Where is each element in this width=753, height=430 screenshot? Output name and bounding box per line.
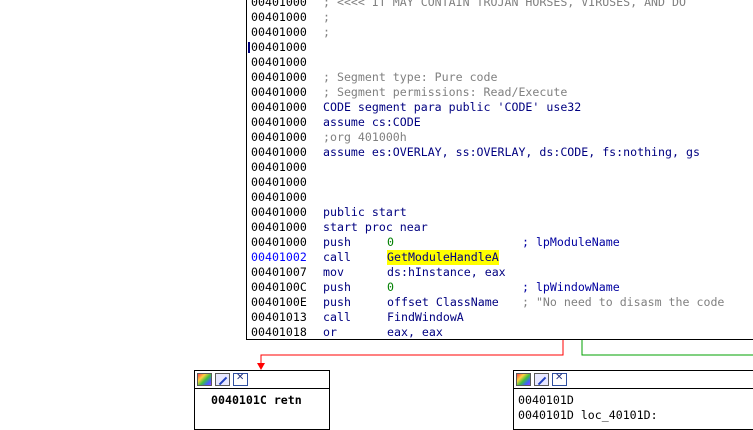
line-address: 00401000 [251, 40, 307, 54]
line-comment: ; lpWindowName [515, 280, 620, 294]
disasm-line[interactable]: 00401000 ; Segment type: Pure code [251, 70, 724, 85]
node-loc-text: 0040101D 0040101D loc_40101D: [514, 389, 753, 423]
line-address: 00401000 [251, 145, 307, 159]
disasm-line[interactable]: 00401000 push 0 ; lpModuleName [251, 235, 724, 250]
false-branch-arrowhead [257, 363, 265, 370]
disasm-line[interactable]: 00401000 public start [251, 205, 724, 220]
line-address: 00401000 [251, 0, 307, 9]
line-operand: 0 [387, 280, 394, 294]
line-operand[interactable]: GetModuleHandleA [387, 250, 499, 265]
line-address: 00401000 [251, 175, 307, 189]
node-retn-text: 0040101C retn [211, 393, 302, 407]
line-comment: ;org 401000h [323, 130, 407, 144]
cursor-marker [248, 42, 250, 53]
line-operand: ds:hInstance, eax [387, 265, 506, 279]
line-address: 00401000 [251, 25, 307, 39]
line-comment: ; "No need to disasm the code [515, 295, 725, 309]
node-loc-line1: 0040101D [518, 393, 574, 407]
line-operand: CODE segment para public 'CODE' use32 [323, 100, 582, 114]
line-operand: assume es:OVERLAY, ss:OVERLAY, ds:CODE, … [323, 145, 700, 159]
line-operand: 0 [387, 235, 394, 249]
disasm-line[interactable]: 00401000; [251, 25, 724, 40]
line-mnemonic: or [323, 325, 337, 339]
line-address: 00401002 [251, 250, 307, 264]
line-mnemonic: push [323, 235, 351, 249]
line-operand: assume cs:CODE [323, 115, 421, 129]
disasm-line[interactable]: 00401000 [251, 160, 724, 175]
graph-color-icon[interactable] [197, 373, 212, 386]
close-icon[interactable] [233, 372, 248, 386]
line-address: 00401000 [251, 115, 307, 129]
line-address: 00401000 [251, 220, 307, 234]
disasm-block-loc[interactable]: 0040101D 0040101D loc_40101D: [513, 370, 753, 430]
disasm-line[interactable]: 00401002 call GetModuleHandleA [251, 250, 724, 265]
line-address: 00401000 [251, 205, 307, 219]
edit-icon[interactable] [215, 373, 230, 386]
line-address: 00401000 [251, 100, 307, 114]
disasm-line[interactable]: 00401000 [251, 190, 724, 205]
disasm-line[interactable]: 00401000 [251, 175, 724, 190]
line-comment: ; [323, 25, 330, 39]
node-header [195, 371, 329, 389]
line-operand: public start [323, 205, 407, 219]
disasm-line[interactable]: 00401000 start proc near [251, 220, 724, 235]
line-address: 00401000 [251, 55, 307, 69]
line-address: 00401000 [251, 235, 307, 249]
line-operand: eax, eax [387, 325, 443, 339]
disasm-line[interactable]: 00401000 ; <<<< IT MAY CONTAIN TROJAN HOR… [251, 0, 724, 10]
line-mnemonic: mov [323, 265, 344, 279]
close-icon[interactable] [552, 372, 567, 386]
line-comment: ; [323, 10, 330, 24]
disasm-line[interactable]: 00401018 or eax, eax [251, 325, 724, 339]
line-address: 00401000 [251, 85, 307, 99]
line-mnemonic: push [323, 280, 351, 294]
line-address: 00401013 [251, 310, 307, 324]
line-comment: ; <<<< IT MAY CONTAIN TROJAN HORSES, VIR… [323, 0, 686, 9]
line-operand: start proc near [323, 220, 428, 234]
line-address: 00401007 [251, 265, 307, 279]
disasm-line[interactable]: 00401007 mov ds:hInstance, eax [251, 265, 724, 280]
disasm-block-retn[interactable]: 0040101C retn [194, 370, 330, 430]
line-mnemonic: call [323, 310, 351, 324]
line-address: 00401000 [251, 10, 307, 24]
node-header [514, 371, 753, 389]
disasm-line[interactable]: 00401013 call FindWindowA [251, 310, 724, 325]
line-address: 0040100C [251, 280, 307, 294]
line-address: 00401000 [251, 160, 307, 174]
false-branch-edge[interactable] [260, 340, 564, 364]
line-address: 00401000 [251, 130, 307, 144]
true-branch-edge[interactable] [581, 340, 753, 356]
node-loc-line2: 0040101D loc_40101D: [518, 408, 658, 422]
disasm-line[interactable]: 0040100C push 0 ; lpWindowName [251, 280, 724, 295]
line-address: 00401000 [251, 190, 307, 204]
line-address: 00401018 [251, 325, 307, 339]
line-address: 00401000 [251, 70, 307, 84]
line-mnemonic: call [323, 250, 351, 264]
disasm-line[interactable]: 00401000 [251, 55, 724, 70]
line-mnemonic: push [323, 295, 351, 309]
disasm-line[interactable]: 00401000 assume es:OVERLAY, ss:OVERLAY, d… [251, 145, 724, 160]
edit-icon[interactable] [534, 373, 549, 386]
line-comment: ; Segment type: Pure code [323, 70, 498, 84]
disasm-lines: 00401000 ; <<<< IT MAY CONTAIN TROJAN HOR… [248, 0, 724, 339]
disasm-line[interactable]: 00401000 assume cs:CODE [251, 115, 724, 130]
line-comment: ; Segment permissions: Read/Execute [323, 85, 568, 99]
graph-color-icon[interactable] [516, 373, 531, 386]
disasm-main-block[interactable]: 00401000 ; <<<< IT MAY CONTAIN TROJAN HOR… [246, 0, 753, 340]
disasm-line[interactable]: 00401000 CODE segment para public 'CODE' … [251, 100, 724, 115]
disasm-line[interactable]: 00401000 ;org 401000h [251, 130, 724, 145]
line-address: 0040100E [251, 295, 307, 309]
disasm-line[interactable]: 0040100E push offset ClassName ; "No need … [251, 295, 724, 310]
line-operand[interactable]: FindWindowA [387, 310, 464, 325]
line-comment: ; lpModuleName [515, 235, 620, 249]
disasm-line[interactable]: 00401000 [248, 40, 724, 55]
disasm-line[interactable]: 00401000 ; Segment permissions: Read/Exec… [251, 85, 724, 100]
line-operand: offset ClassName [387, 295, 499, 309]
disasm-line[interactable]: 00401000; [251, 10, 724, 25]
